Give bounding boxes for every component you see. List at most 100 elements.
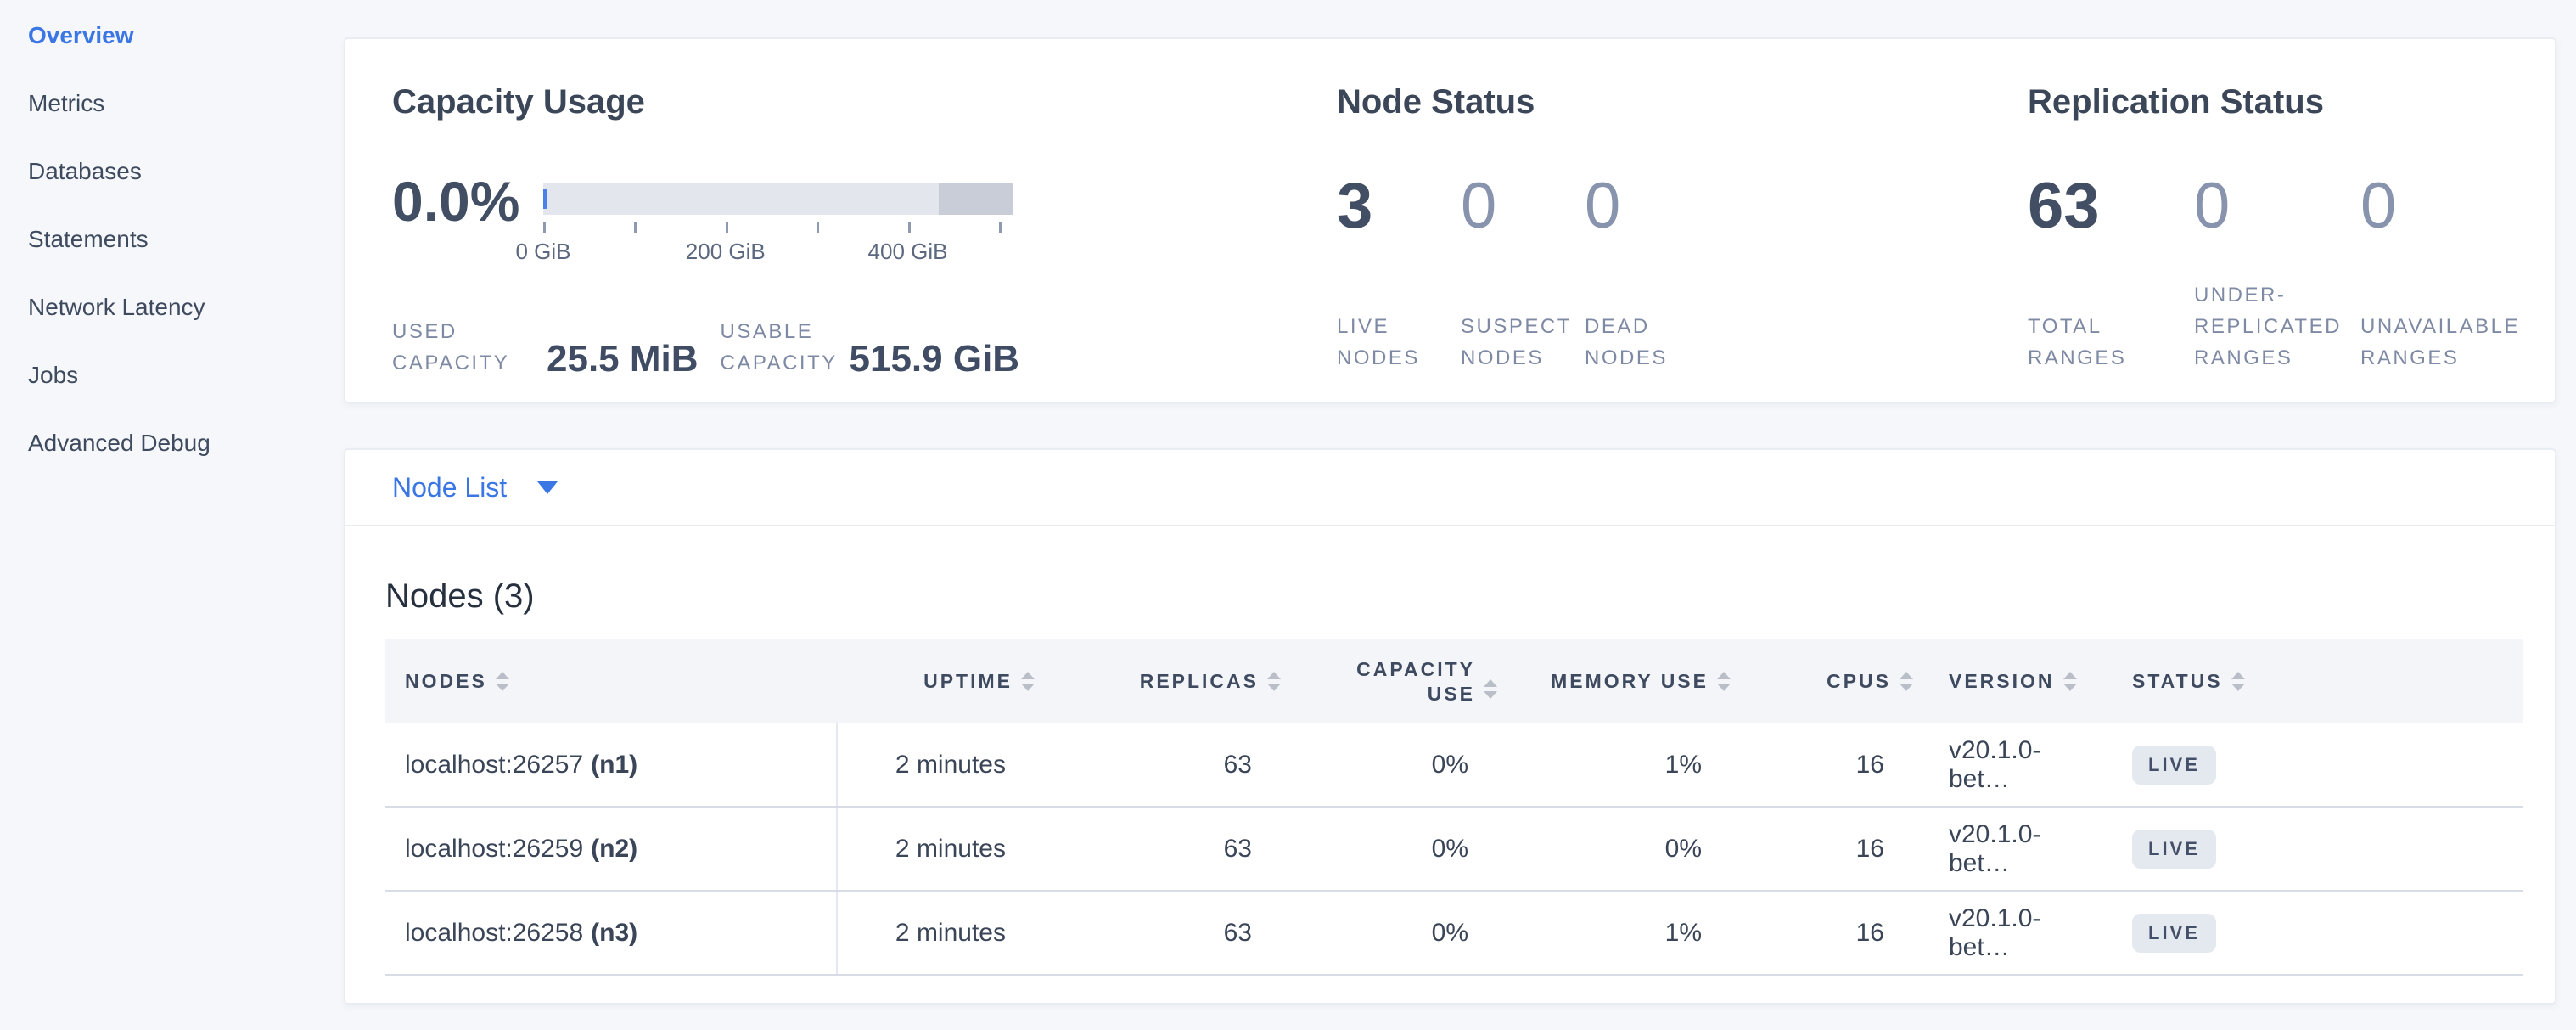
axis-tick	[726, 222, 728, 233]
node-status-section: Node Status 3LIVE NODES0SUSPECT NODES0DE…	[1337, 82, 2028, 402]
sort-down-arrow	[1717, 684, 1731, 691]
unavailable-ranges-label: UNAVAILABLE RANGES	[2360, 311, 2515, 374]
axis-tick	[634, 222, 637, 233]
usable-capacity-label: USABLE CAPACITY	[721, 316, 841, 379]
usable-capacity-value: 515.9 GiB	[850, 340, 1020, 379]
cell-capacity: 0%	[1286, 892, 1502, 974]
column-header-label: REPLICAS	[1140, 670, 1259, 693]
axis-tick	[543, 222, 546, 233]
capacity-stats-row: USED CAPACITY25.5 MiB USABLE CAPACITY515.…	[392, 316, 1337, 379]
metric-total-ranges: 63 TOTAL RANGES	[2028, 172, 2194, 374]
nodes-table-header: NODES UPTIME REPLICAS CAPACITY USE MEMORY US…	[385, 639, 2523, 723]
node-status-title: Node Status	[1337, 82, 2028, 122]
node-address[interactable]: localhost:26257	[405, 751, 583, 780]
cell-nodes: localhost:26258 (n3)	[385, 892, 836, 974]
metric-live-nodes: 3LIVE NODES	[1337, 172, 1461, 374]
axis-tick-label: 200 GiB	[686, 239, 766, 265]
cell-status: LIVE	[2098, 892, 2523, 974]
cell-memory: 1%	[1502, 892, 1736, 974]
column-header-label: CAPACITY USE	[1346, 657, 1475, 706]
sort-icon	[1021, 672, 1035, 691]
nodes-table-title: Nodes (3)	[385, 576, 2519, 616]
table-row[interactable]: localhost:26257(n1)2 minutes630%1%16v20.…	[385, 723, 2523, 808]
sort-up-arrow	[2063, 672, 2077, 679]
capacity-bar-used-marker	[543, 189, 547, 209]
cell-memory: 0%	[1502, 808, 1736, 890]
cell-memory: 1%	[1502, 723, 1736, 806]
dead-nodes-value: 0	[1585, 172, 1697, 241]
sidebar-item-overview[interactable]: Overview	[28, 2, 317, 70]
sort-down-arrow	[496, 684, 509, 691]
column-header-label: MEMORY USE	[1551, 670, 1709, 693]
column-header-replicas[interactable]: REPLICAS	[1040, 670, 1286, 693]
cell-version: v20.1.0-bet…	[1918, 892, 2098, 974]
used-capacity-label: USED CAPACITY	[392, 316, 538, 379]
total-ranges-label: TOTAL RANGES	[2028, 311, 2182, 374]
node-id: (n3)	[591, 919, 637, 948]
cell-nodes: localhost:26259(n2)	[385, 808, 836, 890]
dead-nodes-label: DEAD NODES	[1585, 311, 1697, 374]
node-list-card: Node List Nodes (3) NODES UPTIME REPLICAS C…	[344, 448, 2556, 1005]
replication-status-title: Replication Status	[2028, 82, 2555, 122]
sidebar-item-network-latency[interactable]: Network Latency	[28, 273, 317, 341]
sidebar-item-jobs[interactable]: Jobs	[28, 341, 317, 409]
cell-capacity: 0%	[1286, 808, 1502, 890]
cell-uptime: 2 minutes	[836, 892, 1040, 974]
node-list-dropdown-label[interactable]: Node List	[392, 472, 507, 504]
cell-version: v20.1.0-bet…	[1918, 723, 2098, 806]
sidebar-item-advanced-debug[interactable]: Advanced Debug	[28, 409, 317, 477]
sort-icon	[2063, 672, 2077, 691]
metric-suspect-nodes: 0 SUSPECT NODES	[1461, 172, 1585, 374]
sort-up-arrow	[1484, 679, 1497, 687]
sort-icon	[1267, 672, 1281, 691]
column-header-label: VERSION	[1949, 670, 2055, 693]
metric-under-replicated-ranges: 0UNDER-REPLICATED RANGES	[2194, 172, 2360, 374]
status-badge: LIVE	[2132, 914, 2216, 953]
main-content: Capacity Usage 0.0% 0 GiB200 GiB400 GiB …	[344, 37, 2556, 1005]
suspect-nodes-label: SUSPECT NODES	[1461, 311, 1573, 374]
column-header-capacity-use[interactable]: CAPACITY USE	[1286, 657, 1502, 706]
column-header-status[interactable]: STATUS	[2098, 670, 2523, 693]
sort-down-arrow	[1267, 684, 1281, 691]
sort-down-arrow	[1900, 684, 1913, 691]
table-row[interactable]: localhost:26258(n3)2 minutes630%1%16v20.…	[385, 892, 2523, 976]
node-address[interactable]: localhost:26258	[405, 919, 583, 948]
column-header-uptime[interactable]: UPTIME	[836, 670, 1040, 693]
cell-replicas: 63	[1040, 808, 1286, 890]
suspect-nodes-value: 0	[1461, 172, 1573, 241]
sort-up-arrow	[1900, 672, 1913, 679]
capacity-bar	[543, 183, 1013, 215]
cell-status: LIVE	[2098, 808, 2523, 890]
axis-tick	[999, 222, 1002, 233]
cell-replicas: 63	[1040, 723, 1286, 806]
sort-icon	[1900, 672, 1913, 691]
column-header-label: STATUS	[2132, 670, 2223, 693]
table-row[interactable]: localhost:26259(n2)2 minutes630%0%16v20.…	[385, 808, 2523, 892]
column-header-memory-use[interactable]: MEMORY USE	[1502, 670, 1736, 693]
axis-tick	[908, 222, 911, 233]
sidebar-item-databases[interactable]: Databases	[28, 138, 317, 205]
sidebar-item-statements[interactable]: Statements	[28, 205, 317, 273]
column-header-version[interactable]: VERSION	[1918, 670, 2098, 693]
used-capacity-value: 25.5 MiB	[547, 340, 699, 379]
capacity-chart-row: 0.0% 0 GiB200 GiB400 GiB	[392, 172, 1337, 267]
node-status-metrics: 3LIVE NODES0SUSPECT NODES0DEAD NODES	[1337, 172, 2028, 374]
metric-unavailable-ranges: 0UNAVAILABLE RANGES	[2360, 172, 2527, 374]
sort-icon	[1484, 679, 1497, 699]
sort-down-arrow	[1021, 684, 1035, 691]
node-address[interactable]: localhost:26259	[405, 835, 583, 864]
sidebar-item-metrics[interactable]: Metrics	[28, 70, 317, 138]
sort-icon	[1717, 672, 1731, 691]
cell-cpus: 16	[1736, 808, 1918, 890]
column-header-nodes[interactable]: NODES	[385, 670, 836, 693]
column-header-label: UPTIME	[923, 670, 1013, 693]
total-ranges-value: 63	[2028, 172, 2182, 241]
capacity-bar-chart: 0 GiB200 GiB400 GiB	[543, 172, 1013, 267]
node-list-dropdown[interactable]: Node List	[345, 450, 2555, 526]
column-header-cpus[interactable]: CPUS	[1736, 670, 1918, 693]
node-list-body: Nodes (3) NODES UPTIME REPLICAS CAPACITY US…	[345, 526, 2555, 976]
sort-down-arrow	[1484, 691, 1497, 699]
column-header-label: NODES	[405, 670, 487, 693]
sort-icon	[2231, 672, 2245, 691]
capacity-usage-title: Capacity Usage	[392, 82, 1337, 122]
